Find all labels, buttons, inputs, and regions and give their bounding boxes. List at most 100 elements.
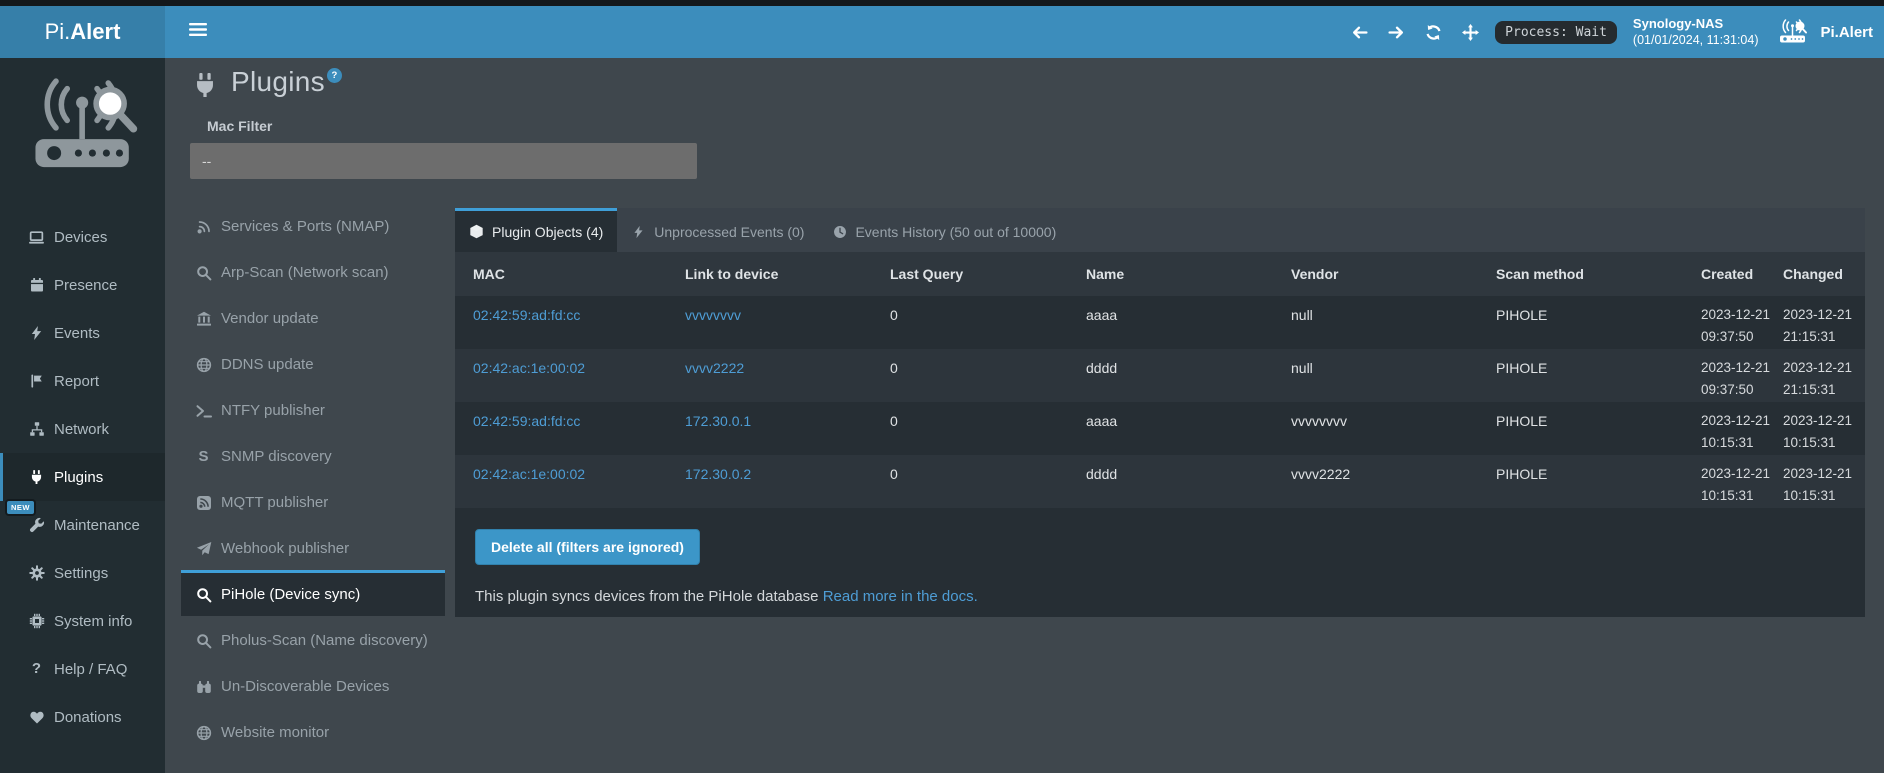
globe-icon — [195, 356, 212, 373]
sidebar-item-donations[interactable]: Donations — [0, 693, 165, 741]
network-icon — [28, 421, 45, 438]
created-cell: 2023-12-21 09:37:50 — [1701, 357, 1783, 402]
sidebar: Devices Presence Events Report Network P… — [0, 58, 165, 773]
sidebar-item-network[interactable]: Network — [0, 405, 165, 453]
flag-icon — [28, 373, 45, 390]
name-cell: dddd — [1086, 463, 1291, 508]
tab-events-history[interactable]: Events History (50 out of 10000) — [818, 208, 1070, 252]
sidebar-item-help-faq[interactable]: ? Help / FAQ — [0, 645, 165, 693]
created-cell: 2023-12-21 10:15:31 — [1701, 410, 1783, 455]
question-icon: ? — [28, 661, 45, 678]
last-query-cell: 0 — [890, 410, 1086, 455]
bank-icon — [195, 310, 212, 327]
mac-filter-label: Mac Filter — [207, 118, 272, 134]
name-cell: aaaa — [1086, 304, 1291, 349]
sidebar-item-label: Devices — [54, 229, 107, 246]
plugin-item-webhook-publisher[interactable]: Webhook publisher — [181, 524, 445, 570]
refresh-button[interactable] — [1425, 24, 1442, 41]
mac-filter-input[interactable] — [190, 143, 697, 179]
nav-forward-button[interactable] — [1388, 24, 1405, 41]
name-cell: dddd — [1086, 357, 1291, 402]
mac-link[interactable]: 02:42:59:ad:fd:cc — [473, 413, 580, 429]
plugin-item-label: Vendor update — [221, 310, 319, 327]
plugin-item-ddns-update[interactable]: DDNS update — [181, 340, 445, 386]
plug-icon — [28, 469, 45, 486]
router-search-icon — [28, 76, 140, 176]
mac-link[interactable]: 02:42:59:ad:fd:cc — [473, 307, 580, 323]
bolt-icon — [28, 325, 45, 342]
sidebar-item-label: Plugins — [54, 469, 103, 486]
nav-back-button[interactable] — [1351, 24, 1368, 41]
plugin-item-un-discoverable-devices[interactable]: Un-Discoverable Devices — [181, 662, 445, 708]
plugin-item-label: Webhook publisher — [221, 540, 349, 557]
last-query-cell: 0 — [890, 304, 1086, 349]
signal-icon — [195, 218, 212, 235]
sidebar-item-report[interactable]: Report — [0, 357, 165, 405]
device-link[interactable]: 172.30.0.2 — [685, 466, 751, 482]
column-header-changed: Changed — [1783, 266, 1863, 282]
name-cell: aaaa — [1086, 410, 1291, 455]
sidebar-item-presence[interactable]: Presence — [0, 261, 165, 309]
plugin-item-snmp-discovery[interactable]: S SNMP discovery — [181, 432, 445, 478]
sidebar-item-label: System info — [54, 613, 132, 630]
sidebar-toggle-button[interactable] — [176, 6, 220, 58]
help-badge[interactable]: ? — [327, 68, 342, 83]
plugin-description: This plugin syncs devices from the PiHol… — [475, 588, 1865, 605]
mac-link[interactable]: 02:42:ac:1e:00:02 — [473, 360, 585, 376]
plugin-item-pihole-device-sync[interactable]: PiHole (Device sync) — [181, 570, 445, 616]
device-link[interactable]: 172.30.0.1 — [685, 413, 751, 429]
search-icon — [195, 586, 212, 603]
tab-label: Unprocessed Events (0) — [654, 224, 804, 240]
sidebar-item-plugins[interactable]: Plugins — [0, 453, 165, 501]
vendor-cell: null — [1291, 304, 1496, 349]
delete-all-button[interactable]: Delete all (filters are ignored) — [475, 529, 700, 565]
device-link[interactable]: vvvv2222 — [685, 360, 744, 376]
plugin-item-label: Arp-Scan (Network scan) — [221, 264, 389, 281]
last-query-cell: 0 — [890, 463, 1086, 508]
new-badge: NEW — [7, 501, 34, 514]
move-button[interactable] — [1462, 24, 1479, 41]
sidebar-item-label: Settings — [54, 565, 108, 582]
plugin-item-ntfy-publisher[interactable]: NTFY publisher — [181, 386, 445, 432]
mac-link[interactable]: 02:42:ac:1e:00:02 — [473, 466, 585, 482]
plugin-item-mqtt-publisher[interactable]: MQTT publisher — [181, 478, 445, 524]
sidebar-item-label: Maintenance — [54, 517, 140, 534]
tab-plugin-objects[interactable]: Plugin Objects (4) — [455, 208, 617, 252]
top-bar-actions: Process: Wait Synology-NAS (01/01/2024, … — [1351, 6, 1873, 58]
column-header-created: Created — [1701, 266, 1783, 282]
plugin-item-label: DDNS update — [221, 356, 314, 373]
sidebar-item-devices[interactable]: Devices — [0, 213, 165, 261]
table-row: 02:42:ac:1e:00:02 vvvv2222 0 dddd null P… — [455, 349, 1865, 402]
plugin-item-website-monitor[interactable]: Website monitor — [181, 708, 445, 754]
docs-link[interactable]: Read more in the docs. — [823, 588, 978, 605]
device-link-cell: 172.30.0.2 — [685, 463, 890, 508]
vendor-cell: null — [1291, 357, 1496, 402]
sidebar-item-events[interactable]: Events — [0, 309, 165, 357]
plugin-item-services-ports-nmap[interactable]: Services & Ports (NMAP) — [181, 202, 445, 248]
plugin-item-vendor-update[interactable]: Vendor update — [181, 294, 445, 340]
device-link-cell: vvvv2222 — [685, 357, 890, 402]
arrow-right-icon — [1388, 24, 1405, 41]
laptop-icon — [28, 229, 45, 246]
created-cell: 2023-12-21 09:37:50 — [1701, 304, 1783, 349]
sidebar-item-label: Presence — [54, 277, 117, 294]
vendor-cell: vvvvvvvv — [1291, 410, 1496, 455]
pialert-app: Pi.Alert — [0, 0, 1884, 773]
page-header: Plugins ? — [192, 66, 342, 98]
scan-method-cell: PIHOLE — [1496, 304, 1701, 349]
sidebar-item-system-info[interactable]: System info — [0, 597, 165, 645]
device-link[interactable]: vvvvvvvv — [685, 307, 741, 323]
plugin-item-pholus-scan[interactable]: Pholus-Scan (Name discovery) — [181, 616, 445, 662]
scan-method-cell: PIHOLE — [1496, 463, 1701, 508]
sidebar-item-label: Network — [54, 421, 109, 438]
tab-unprocessed-events[interactable]: Unprocessed Events (0) — [617, 208, 818, 252]
mac-cell: 02:42:59:ad:fd:cc — [473, 304, 685, 349]
sidebar-item-label: Events — [54, 325, 100, 342]
brand-logo[interactable]: Pi.Alert — [0, 6, 165, 58]
sidebar-item-settings[interactable]: Settings — [0, 549, 165, 597]
hamburger-icon — [189, 22, 207, 42]
search-icon — [195, 632, 212, 649]
column-header-link-to-device: Link to device — [685, 266, 890, 282]
plugin-item-arp-scan[interactable]: Arp-Scan (Network scan) — [181, 248, 445, 294]
cube-icon — [469, 224, 484, 239]
